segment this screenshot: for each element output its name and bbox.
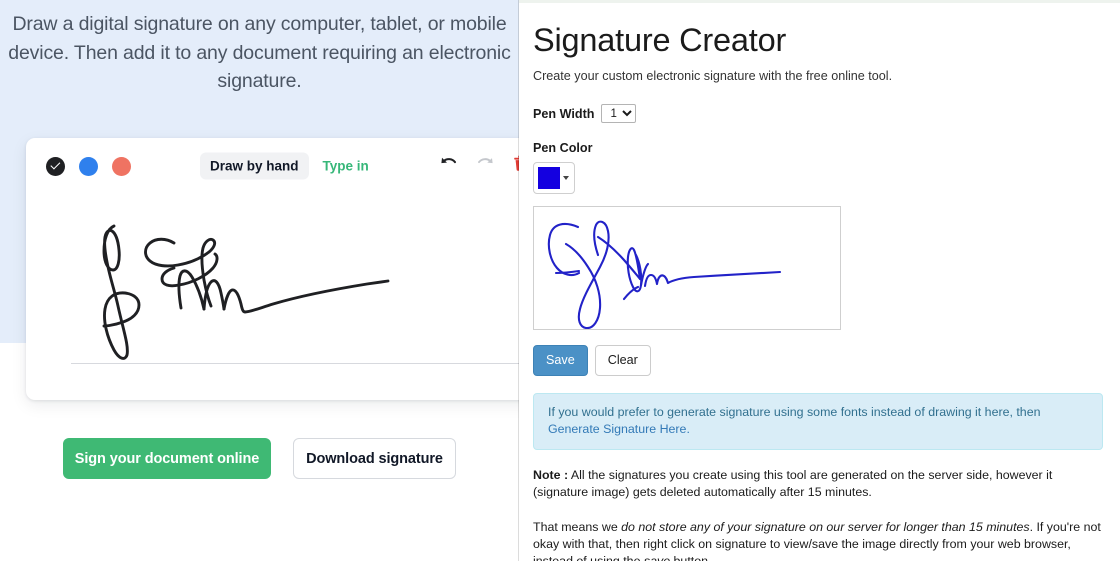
- undo-icon[interactable]: [439, 155, 458, 177]
- signature-drawing-area[interactable]: [26, 194, 519, 400]
- signature-mode-tabs: Draw by hand Type in: [200, 152, 379, 180]
- drawn-signature-black: [102, 224, 390, 360]
- pen-width-select[interactable]: 12345: [601, 104, 637, 124]
- alert-text: If you would prefer to generate signatur…: [548, 404, 1041, 419]
- pen-color-label: Pen Color: [533, 141, 593, 156]
- signature-creator-pane: Signature Creator Create your custom ele…: [519, 0, 1120, 561]
- note-body: All the signatures you create using this…: [533, 467, 1053, 500]
- left-action-buttons: Sign your document online Download signa…: [0, 438, 519, 479]
- download-signature-button[interactable]: Download signature: [293, 438, 456, 479]
- page-title: Signature Creator: [533, 22, 787, 58]
- redo-icon[interactable]: [476, 155, 495, 177]
- note-paragraph-1: Note : All the signatures you create usi…: [533, 467, 1105, 502]
- signature-toolbar: Draw by hand Type in: [26, 138, 519, 194]
- note2-italic-2: save: [644, 554, 670, 561]
- tab-type-in[interactable]: Type in: [313, 153, 379, 180]
- signature-tool-icons: [439, 155, 519, 178]
- promo-description: Draw a digital signature on any computer…: [8, 13, 511, 93]
- signature-baseline: [71, 363, 519, 364]
- signature-draw-canvas[interactable]: [533, 206, 841, 331]
- note2-italic-1: do not store any of your signature on ou…: [621, 519, 1030, 534]
- note-paragraph-2: That means we do not store any of your s…: [533, 519, 1105, 561]
- canvas-action-buttons: Save Clear: [533, 345, 1104, 376]
- pen-color-block: Pen Color: [533, 141, 1104, 195]
- drawn-signature-blue: [547, 220, 782, 330]
- left-preview-pane: Draw a digital signature on any computer…: [0, 0, 519, 561]
- pen-width-label: Pen Width: [533, 106, 595, 121]
- page-subtitle: Create your custom electronic signature …: [533, 69, 893, 84]
- note2-text-3: button.: [670, 554, 712, 561]
- note2-text-1: That means we: [533, 519, 622, 534]
- generate-signature-link[interactable]: Generate Signature Here.: [548, 422, 690, 436]
- signature-pad-card: Draw by hand Type in: [26, 138, 519, 400]
- clear-button[interactable]: Clear: [594, 345, 651, 376]
- color-swatch-coral[interactable]: [112, 156, 131, 176]
- generate-signature-alert: If you would prefer to generate signatur…: [533, 392, 1103, 450]
- top-rule: [519, 0, 1120, 3]
- color-swatch-blue[interactable]: [79, 156, 98, 176]
- note-lead: Note :: [533, 467, 569, 482]
- pen-width-row: Pen Width 12345: [533, 104, 1104, 124]
- chevron-down-icon: [563, 176, 569, 181]
- pen-color-picker-button[interactable]: [533, 162, 575, 195]
- sign-document-online-button[interactable]: Sign your document online: [63, 438, 271, 479]
- pen-color-swatch: [538, 167, 560, 190]
- page-root: Draw a digital signature on any computer…: [0, 0, 1120, 561]
- color-swatch-black[interactable]: [46, 156, 65, 176]
- pen-color-swatch-group: [46, 156, 131, 176]
- save-button[interactable]: Save: [533, 345, 588, 376]
- tab-draw-by-hand[interactable]: Draw by hand: [200, 152, 309, 180]
